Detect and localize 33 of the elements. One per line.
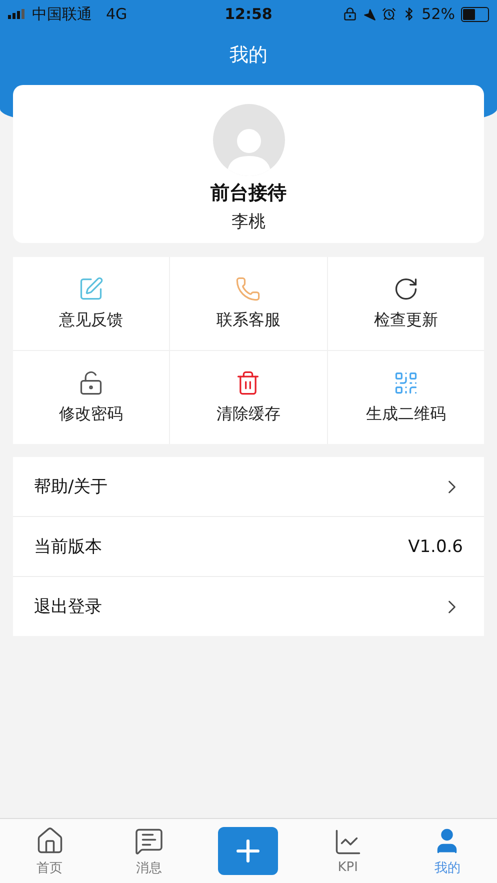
signal-icon <box>8 9 26 19</box>
trash-icon <box>235 370 262 396</box>
refresh-icon <box>392 276 419 302</box>
tab-item[interactable]: KPI <box>298 827 398 875</box>
menu-label: 退出登录 <box>34 596 102 618</box>
action-button[interactable]: 生成二维码 <box>328 351 484 444</box>
location-arrow-icon <box>362 8 376 20</box>
rotation-lock-icon <box>342 7 357 21</box>
tab-item[interactable]: 消息 <box>99 826 199 876</box>
battery-percent: 52% <box>422 5 455 23</box>
action-button[interactable]: 联系客服 <box>170 257 327 350</box>
action-button[interactable]: 意见反馈 <box>13 257 170 350</box>
menu-label: 当前版本 <box>34 536 102 558</box>
user-role: 前台接待 <box>210 181 286 206</box>
unlocked-padlock-icon <box>78 370 104 396</box>
page-title: 我的 <box>228 43 268 68</box>
alarm-icon <box>382 7 396 21</box>
qr-code-icon <box>392 370 419 396</box>
phone-icon <box>235 276 262 302</box>
battery-icon <box>461 6 489 22</box>
clock-time: 12:58 <box>224 5 272 23</box>
menu-label: 帮助/关于 <box>34 476 108 498</box>
version-value: V1.0.6 <box>408 536 463 556</box>
user-name: 李桃 <box>232 211 266 233</box>
network-type: 4G <box>106 5 128 23</box>
tab-item[interactable]: 首页 <box>0 826 100 876</box>
edit-icon <box>78 276 104 302</box>
add-button[interactable] <box>218 827 278 875</box>
carrier-name: 中国联通 <box>32 4 92 24</box>
action-button[interactable]: 清除缓存 <box>170 351 327 444</box>
action-button[interactable]: 修改密码 <box>13 351 170 444</box>
menu-item[interactable]: 退出登录 <box>13 576 484 636</box>
action-button[interactable]: 检查更新 <box>328 257 484 350</box>
